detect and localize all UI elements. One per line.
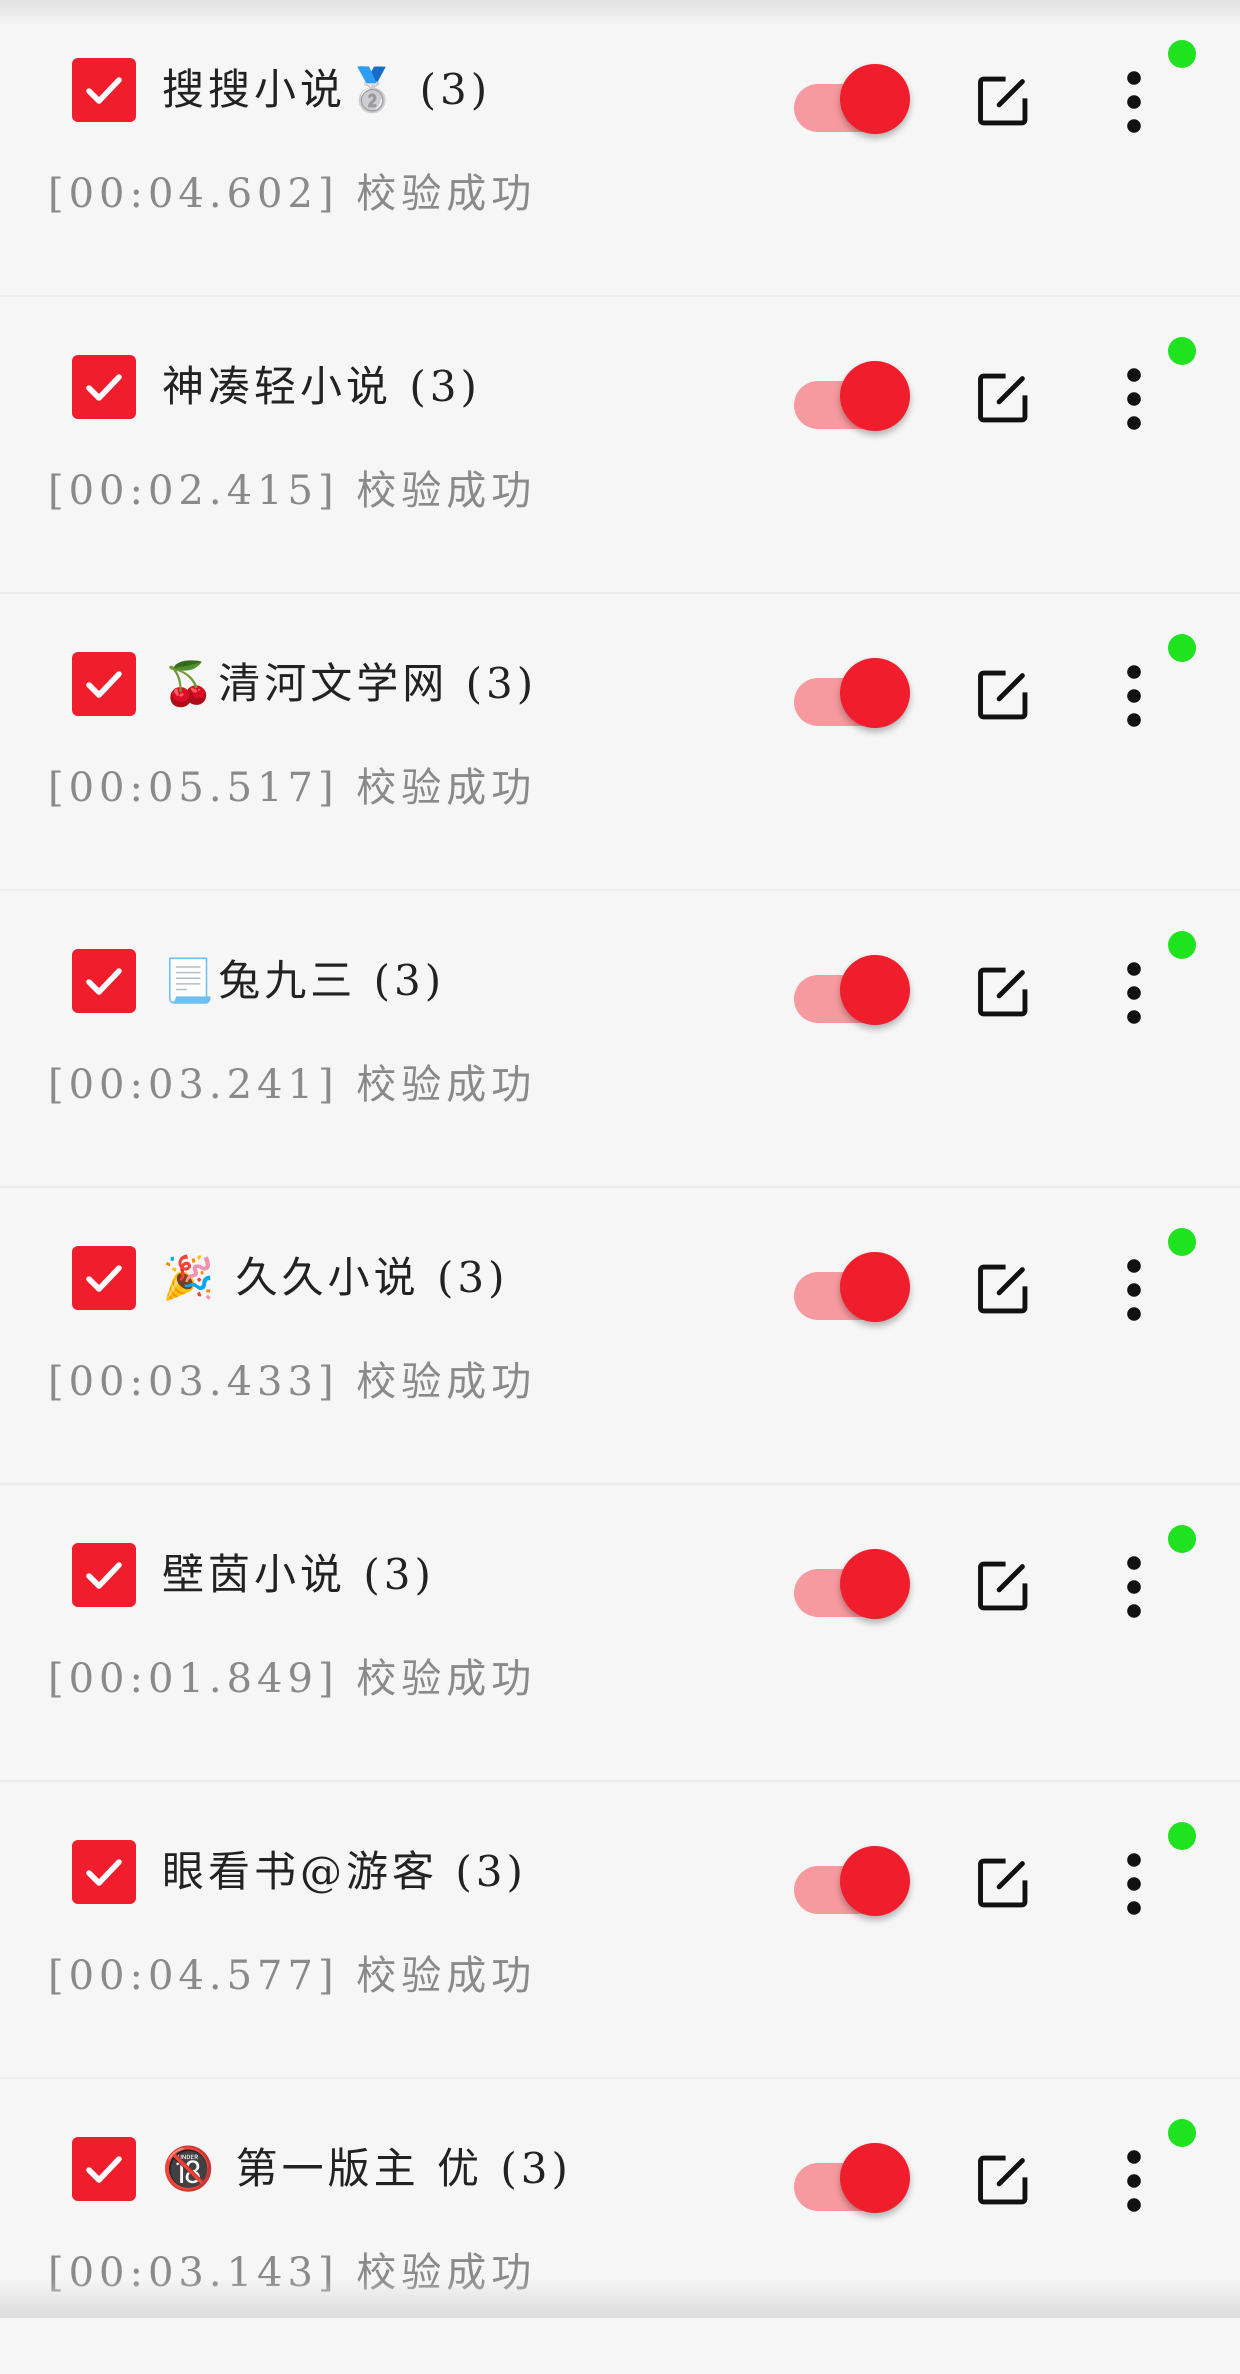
source-name: 搜搜小说🥈 (3) [162,65,492,114]
switch-thumb [840,658,910,728]
edit-button[interactable] [972,2149,1034,2211]
more-vertical-icon [1127,1259,1141,1321]
enable-switch[interactable] [794,2143,910,2217]
online-status-dot [1168,1822,1196,1850]
list-item: 🍒清河文学网 (3) [00:05.517] 校验成功 [0,594,1240,891]
source-name: 🔞 第一版主 优 (3) [162,2144,572,2193]
enable-switch[interactable] [794,955,910,1029]
enable-switch[interactable] [794,1846,910,1920]
checkmark-icon [86,671,122,698]
select-checkbox[interactable] [72,1840,136,1904]
select-checkbox[interactable] [72,2137,136,2201]
online-status-dot [1168,1228,1196,1256]
more-options-button[interactable] [1110,961,1158,1025]
edit-button[interactable] [972,961,1034,1023]
enable-switch[interactable] [794,361,910,435]
more-options-button[interactable] [1110,1258,1158,1322]
enable-switch[interactable] [794,64,910,138]
more-options-button[interactable] [1110,70,1158,134]
switch-thumb [840,64,910,134]
switch-thumb [840,2143,910,2213]
source-name: 壁茵小说 (3) [162,1550,435,1599]
list-item: 📃兔九三 (3) [00:03.241] 校验成功 [0,891,1240,1188]
more-options-button[interactable] [1110,1852,1158,1916]
checkmark-icon [86,968,122,995]
source-name: 🎉 久久小说 (3) [162,1253,509,1302]
edit-icon [978,967,1028,1017]
check-status: [00:05.517] 校验成功 [48,765,537,811]
bottom-scroll-shadow [0,2278,1240,2318]
checkmark-icon [86,2156,122,2183]
select-checkbox[interactable] [72,652,136,716]
source-name: 神凑轻小说 (3) [162,362,481,411]
list-item: 🔞 第一版主 优 (3) [00:03.143] 校验成功 [0,2079,1240,2374]
online-status-dot [1168,634,1196,662]
switch-thumb [840,1252,910,1322]
source-name: 🍒清河文学网 (3) [162,659,538,708]
checkmark-icon [86,1562,122,1589]
more-vertical-icon [1127,71,1141,133]
online-status-dot [1168,40,1196,68]
online-status-dot [1168,337,1196,365]
list-item: 神凑轻小说 (3) [00:02.415] 校验成功 [0,297,1240,594]
enable-switch[interactable] [794,1549,910,1623]
select-checkbox[interactable] [72,58,136,122]
source-name: 眼看书@游客 (3) [162,1847,527,1896]
edit-button[interactable] [972,367,1034,429]
more-vertical-icon [1127,665,1141,727]
book-source-list[interactable]: 搜搜小说🥈 (3) [00:04.602] 校验成功 神凑轻小说 (3) [00… [0,0,1240,2374]
select-checkbox[interactable] [72,949,136,1013]
top-scroll-shadow [0,0,1240,26]
edit-icon [978,373,1028,423]
select-checkbox[interactable] [72,1543,136,1607]
edit-icon [978,670,1028,720]
more-vertical-icon [1127,1556,1141,1618]
edit-icon [978,1858,1028,1908]
edit-icon [978,76,1028,126]
edit-button[interactable] [972,70,1034,132]
check-status: [00:03.433] 校验成功 [48,1359,537,1405]
more-vertical-icon [1127,1853,1141,1915]
check-status: [00:01.849] 校验成功 [48,1656,537,1702]
more-vertical-icon [1127,368,1141,430]
checkmark-icon [86,1859,122,1886]
edit-button[interactable] [972,1852,1034,1914]
switch-thumb [840,1846,910,1916]
edit-button[interactable] [972,1258,1034,1320]
list-item: 搜搜小说🥈 (3) [00:04.602] 校验成功 [0,0,1240,297]
check-status: [00:04.577] 校验成功 [48,1953,537,1999]
source-name: 📃兔九三 (3) [162,956,446,1005]
switch-thumb [840,361,910,431]
list-item: 壁茵小说 (3) [00:01.849] 校验成功 [0,1485,1240,1782]
checkmark-icon [86,374,122,401]
online-status-dot [1168,2119,1196,2147]
select-checkbox[interactable] [72,1246,136,1310]
more-options-button[interactable] [1110,664,1158,728]
edit-button[interactable] [972,664,1034,726]
check-status: [00:04.602] 校验成功 [48,171,537,217]
check-status: [00:02.415] 校验成功 [48,468,537,514]
enable-switch[interactable] [794,658,910,732]
more-options-button[interactable] [1110,2149,1158,2213]
select-checkbox[interactable] [72,355,136,419]
switch-thumb [840,955,910,1025]
list-item: 🎉 久久小说 (3) [00:03.433] 校验成功 [0,1188,1240,1485]
online-status-dot [1168,1525,1196,1553]
more-options-button[interactable] [1110,367,1158,431]
check-status: [00:03.241] 校验成功 [48,1062,537,1108]
checkmark-icon [86,1265,122,1292]
checkmark-icon [86,77,122,104]
edit-icon [978,1561,1028,1611]
more-options-button[interactable] [1110,1555,1158,1619]
more-vertical-icon [1127,962,1141,1024]
more-vertical-icon [1127,2150,1141,2212]
switch-thumb [840,1549,910,1619]
enable-switch[interactable] [794,1252,910,1326]
edit-button[interactable] [972,1555,1034,1617]
edit-icon [978,2155,1028,2205]
list-item: 眼看书@游客 (3) [00:04.577] 校验成功 [0,1782,1240,2079]
online-status-dot [1168,931,1196,959]
edit-icon [978,1264,1028,1314]
